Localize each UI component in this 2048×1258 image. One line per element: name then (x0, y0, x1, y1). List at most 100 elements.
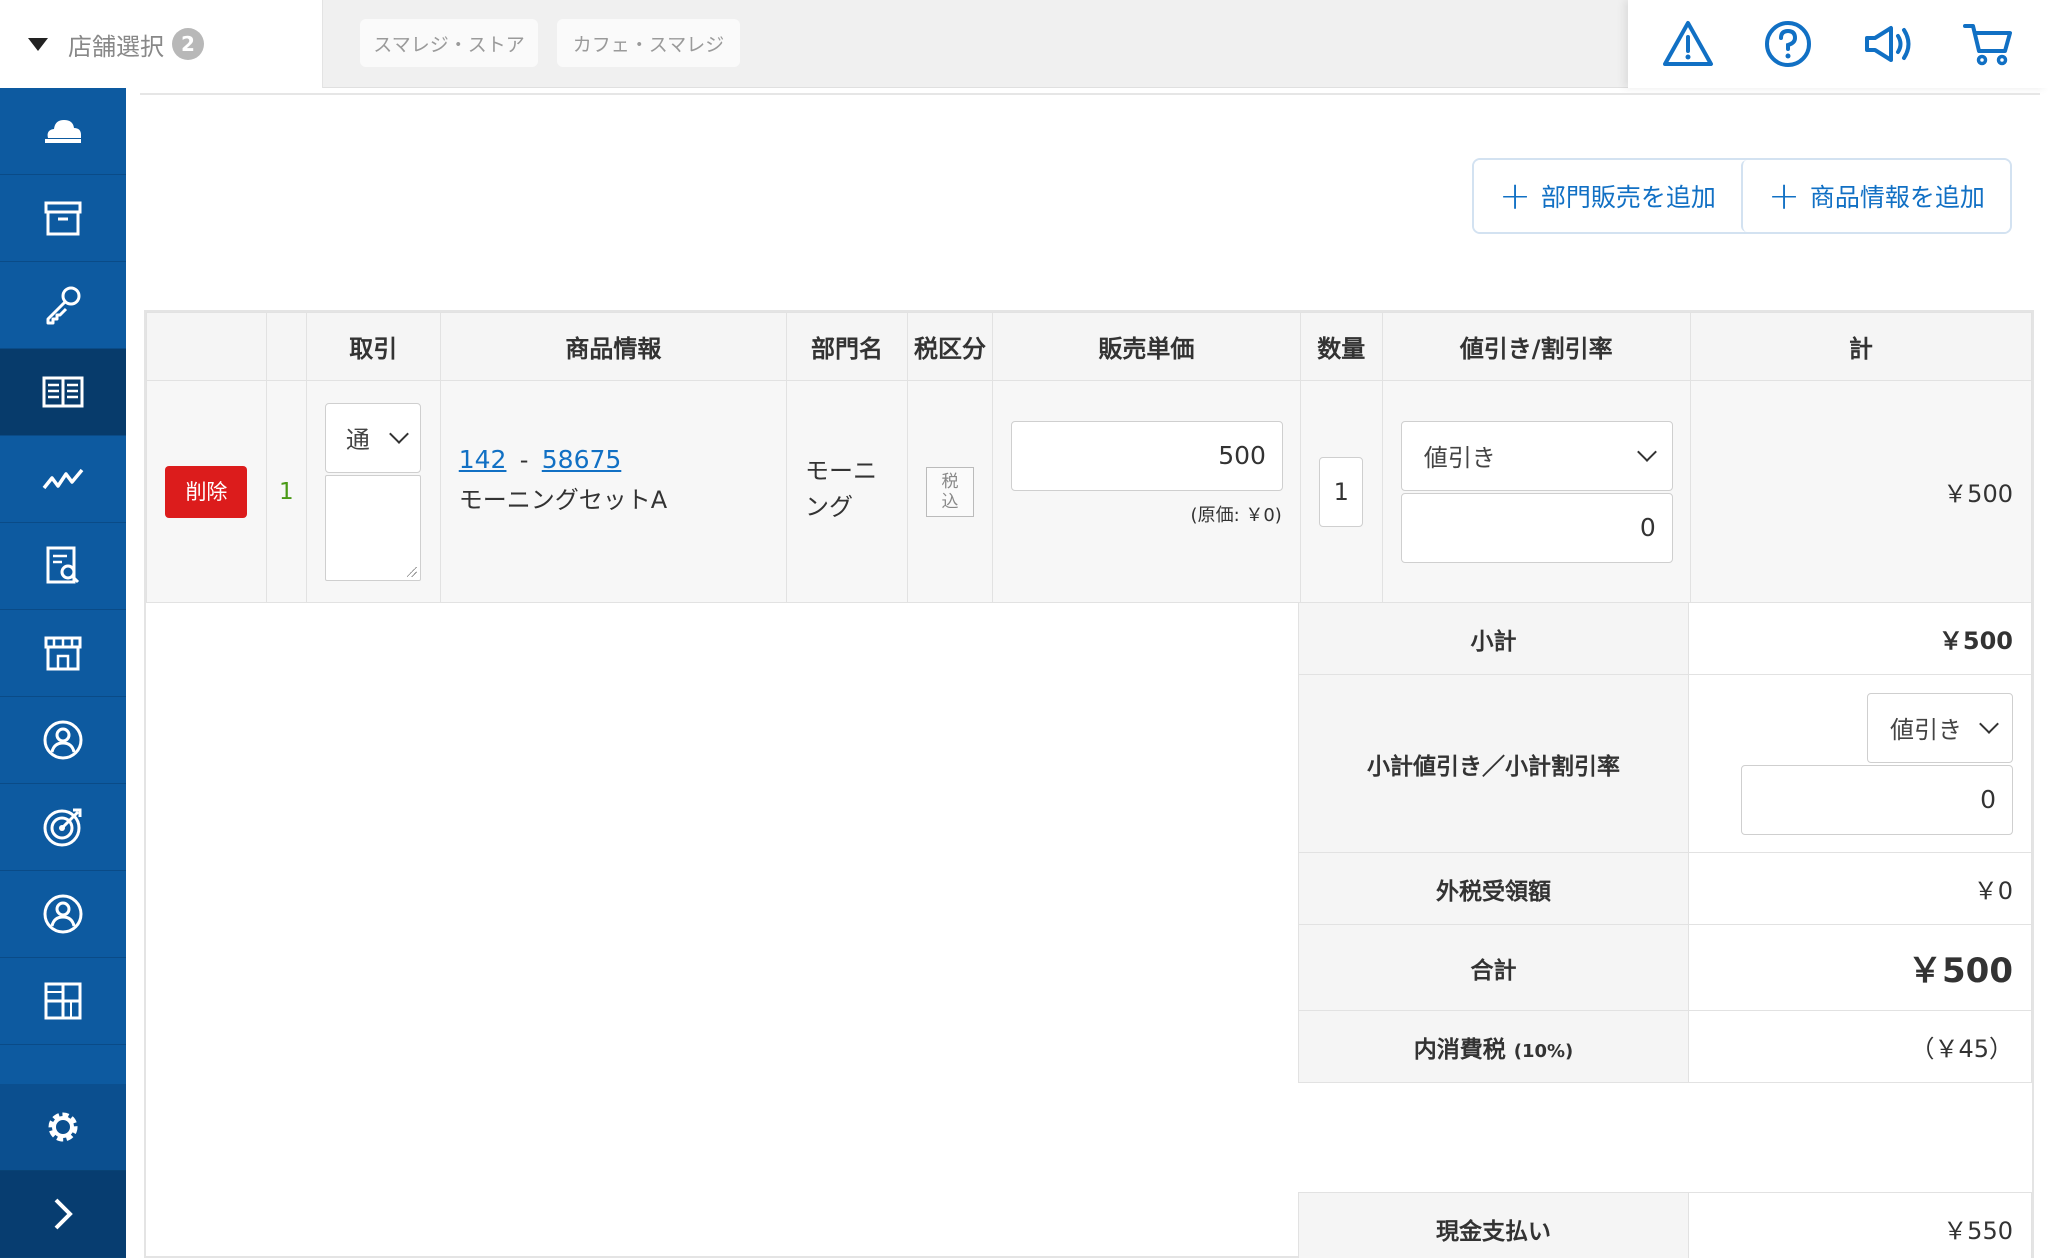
store-select-label: 店舗選択 (68, 32, 164, 61)
summary-table: 小計 ￥500 小計値引き／小計割引率 値引き 0 外税受領額 ￥0 合計 ￥5… (1298, 602, 2032, 1083)
sidebar-item-analytics[interactable] (0, 436, 126, 523)
quantity-input[interactable]: 1 (1319, 456, 1364, 527)
cash-payment-row: 現金支払い ￥550 (1298, 1192, 2032, 1258)
plus-icon: + (1768, 174, 1800, 218)
sidebar-item-key[interactable] (0, 262, 126, 349)
plus-icon: + (1499, 174, 1531, 218)
tax-included-badge: 税込 (925, 466, 974, 517)
archive-box-icon (44, 201, 82, 236)
sidebar-item-staff[interactable] (0, 697, 126, 784)
discount-type-select[interactable]: 値引き (1400, 420, 1673, 491)
storefront-icon (44, 636, 82, 671)
row-index: 1 (265, 380, 307, 603)
header-quantity: 数量 (1299, 312, 1383, 381)
subtotal-discount-row: 小計値引き／小計割引率 値引き 0 (1298, 674, 2032, 853)
department-name: モーニング (805, 456, 878, 521)
product-name: モーニングセットA (458, 485, 668, 514)
chevron-down-icon (1979, 713, 1999, 734)
grand-total-value: ￥500 (1688, 924, 2032, 1011)
header-unit-price: 販売単価 (991, 312, 1301, 381)
help-icon[interactable] (1761, 17, 1815, 71)
chevron-down-icon (388, 423, 409, 444)
add-department-sale-button[interactable]: + 部門販売を追加 (1474, 160, 1741, 232)
sidebar-item-reports[interactable] (0, 523, 126, 610)
sidebar-item-products[interactable] (0, 175, 126, 262)
header-blank (146, 312, 267, 381)
sidebar-item-cloud[interactable] (0, 88, 126, 175)
warning-icon[interactable] (1661, 17, 1715, 71)
deal-note-textarea[interactable] (324, 474, 421, 581)
chevron-down-icon (1636, 441, 1657, 462)
external-tax-label: 外税受領額 (1298, 852, 1689, 925)
add-button-group: + 部門販売を追加 + 商品情報を追加 (1472, 158, 2012, 234)
internal-tax-rate: (10%) (1513, 1040, 1574, 1062)
transaction-table-panel: 取引 商品情報 部門名 税区分 販売単価 数量 値引き/割引率 計 削除 1 通 (144, 310, 2034, 1258)
items-table: 取引 商品情報 部門名 税区分 販売単価 数量 値引き/割引率 計 削除 1 通 (146, 312, 2033, 603)
grand-total-row: 合計 ￥500 (1298, 924, 2032, 1011)
header-deal: 取引 (305, 312, 441, 381)
internal-tax-row: 内消費税 (10%) （￥45） (1298, 1010, 2032, 1083)
sidebar-item-settings[interactable] (0, 1084, 126, 1171)
internal-tax-value: （￥45） (1688, 1010, 2032, 1083)
subtotal-row: 小計 ￥500 (1298, 602, 2032, 675)
cost-note: (原価: ￥0) (1190, 504, 1282, 526)
payment-table: 現金支払い ￥550 (1298, 1192, 2032, 1258)
delete-button[interactable]: 削除 (165, 465, 248, 518)
store-chip-cafe-smaregi[interactable]: カフェ・スマレジ (557, 19, 740, 67)
store-count-badge: 2 (172, 28, 204, 60)
sidebar-item-store[interactable] (0, 610, 126, 697)
triangle-down-icon (28, 37, 48, 51)
external-tax-value: ￥0 (1688, 852, 2032, 925)
sidebar (0, 88, 126, 1258)
divider (140, 93, 2040, 95)
header-discount: 値引き/割引率 (1381, 312, 1691, 381)
discount-value-input[interactable]: 0 (1400, 492, 1673, 563)
header-total: 計 (1689, 312, 2033, 381)
sidebar-expand-button[interactable] (0, 1171, 126, 1258)
grand-total-label: 合計 (1298, 924, 1689, 1011)
main-content: + 部門販売を追加 + 商品情報を追加 取引 商品情報 部門名 税区分 販売単価… (126, 88, 2048, 1258)
store-chip-smaregi-store[interactable]: スマレジ・ストア (360, 19, 538, 67)
sidebar-item-target[interactable] (0, 784, 126, 871)
chevron-right-icon (54, 1198, 73, 1230)
table-row: 削除 1 通 142 - 58675 モーニングセットA モーニング 税込 50… (146, 380, 2033, 603)
sidebar-bottom (0, 1084, 126, 1258)
store-select-dropdown[interactable]: 店舗選択 2 (0, 0, 323, 88)
header-tax-category: 税区分 (907, 312, 993, 381)
product-code-link[interactable]: 142 (459, 445, 507, 474)
add-product-info-button[interactable]: + 商品情報を追加 (1741, 160, 2010, 232)
cart-icon[interactable] (1961, 17, 2015, 71)
cloud-icon (45, 120, 81, 143)
target-icon (43, 808, 82, 847)
subtotal-discount-label: 小計値引き／小計割引率 (1298, 674, 1689, 853)
subtotal-discount-input[interactable]: 0 (1741, 764, 2013, 835)
external-tax-row: 外税受領額 ￥0 (1298, 852, 2032, 925)
subtotal-label: 小計 (1298, 602, 1689, 675)
sidebar-item-customers[interactable] (0, 871, 126, 958)
cash-payment-value: ￥550 (1688, 1192, 2032, 1258)
report-search-icon (46, 546, 80, 584)
gear-icon (48, 1112, 78, 1142)
top-bar: 店舗選択 2 スマレジ・ストア カフェ・スマレジ (0, 0, 2048, 88)
top-icon-group (1628, 0, 2048, 88)
subtotal-value: ￥500 (1688, 602, 2032, 675)
subtotal-discount-type-select[interactable]: 値引き (1867, 692, 2013, 763)
key-icon (46, 286, 81, 325)
grid-icon (44, 982, 82, 1020)
line-total: ￥500 (1689, 380, 2033, 603)
header-product-info: 商品情報 (439, 312, 788, 381)
cash-payment-label: 現金支払い (1298, 1192, 1689, 1258)
megaphone-icon[interactable] (1861, 17, 1915, 71)
deal-type-select[interactable]: 通 (324, 402, 421, 473)
sidebar-item-apps[interactable] (0, 958, 126, 1045)
line-chart-icon (42, 468, 84, 490)
product-id-link[interactable]: 58675 (542, 445, 622, 474)
user-circle-icon (43, 894, 83, 934)
user-badge-icon (43, 720, 83, 760)
unit-price-input[interactable]: 500 (1010, 420, 1283, 491)
header-blank (265, 312, 307, 381)
sidebar-item-transactions[interactable] (0, 349, 126, 436)
internal-tax-label: 内消費税 (1413, 1036, 1506, 1063)
header-department: 部門名 (786, 312, 909, 381)
code-separator: - (519, 445, 529, 474)
